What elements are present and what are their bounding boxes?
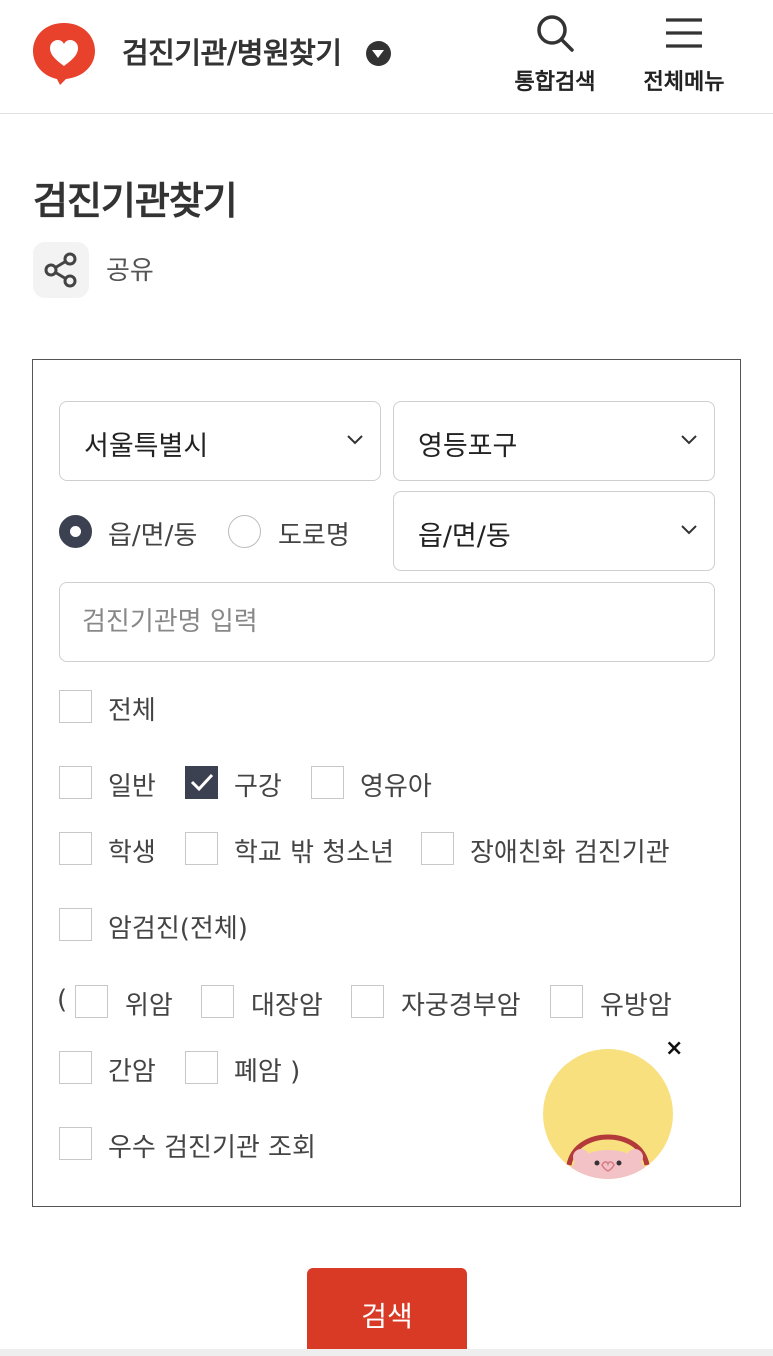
checkbox-breast[interactable] xyxy=(550,985,583,1018)
chevron-down-icon xyxy=(681,435,697,445)
checkbox-all-label[interactable]: 전체 xyxy=(108,690,156,727)
radio-road[interactable] xyxy=(228,515,261,548)
institution-name-field xyxy=(59,582,715,662)
checkbox-disability-label[interactable]: 장애친화 검진기관 xyxy=(470,832,670,869)
radio-road-label[interactable]: 도로명 xyxy=(278,515,350,552)
search-icon xyxy=(537,15,574,52)
checkbox-liver-label[interactable]: 간암 xyxy=(108,1051,156,1088)
page-title: 검진기관찾기 xyxy=(33,179,238,223)
checkbox-stomach[interactable] xyxy=(75,985,108,1018)
checkbox-out-of-school-label[interactable]: 학교 밖 청소년 xyxy=(234,832,394,869)
checkbox-colon-label[interactable]: 대장암 xyxy=(251,985,323,1022)
district-select-value: 영등포구 xyxy=(418,431,518,462)
header: 검진기관/병원찾기 통합검색 전체메뉴 xyxy=(0,0,773,114)
checkbox-lung[interactable] xyxy=(185,1051,218,1084)
checkbox-lung-label[interactable]: 폐암 ) xyxy=(234,1051,300,1088)
checkbox-cervical[interactable] xyxy=(351,985,384,1018)
region-select[interactable]: 서울특별시 xyxy=(59,401,381,481)
radio-dong[interactable] xyxy=(59,515,92,548)
full-menu-button[interactable]: 전체메뉴 xyxy=(629,12,739,102)
radio-dong-label[interactable]: 읍/면/동 xyxy=(108,515,197,552)
checkbox-student-label[interactable]: 학생 xyxy=(108,832,156,869)
close-icon[interactable]: × xyxy=(665,1036,683,1061)
mascot-character-icon xyxy=(566,1134,650,1179)
integrated-search-button[interactable]: 통합검색 xyxy=(500,12,610,102)
checkbox-excellent-label[interactable]: 우수 검진기관 조회 xyxy=(108,1127,316,1164)
checkbox-infant[interactable] xyxy=(311,766,344,799)
checkbox-cancer-all[interactable] xyxy=(59,908,92,941)
share-label[interactable]: 공유 xyxy=(106,250,154,287)
mascot-chat-widget[interactable] xyxy=(543,1049,673,1179)
checkbox-cervical-label[interactable]: 자궁경부암 xyxy=(401,985,521,1022)
checkbox-liver[interactable] xyxy=(59,1051,92,1084)
search-button[interactable]: 검색 xyxy=(307,1268,467,1356)
dong-select[interactable]: 읍/면/동 xyxy=(393,491,715,571)
checkmark-icon xyxy=(190,773,214,792)
chevron-down-icon xyxy=(681,525,697,535)
checkbox-oral-label[interactable]: 구강 xyxy=(234,766,282,803)
menu-label: 전체메뉴 xyxy=(643,70,725,95)
search-button-label: 검색 xyxy=(361,1301,413,1332)
share-icon xyxy=(44,252,77,288)
checkbox-cancer-all-label[interactable]: 암검진(전체) xyxy=(108,908,248,945)
search-label: 통합검색 xyxy=(514,70,596,95)
checkbox-out-of-school[interactable] xyxy=(185,832,218,865)
bottom-divider xyxy=(0,1349,773,1356)
chevron-down-icon xyxy=(347,435,363,445)
region-select-value: 서울특별시 xyxy=(84,431,209,462)
checkbox-general[interactable] xyxy=(59,766,92,799)
checkbox-general-label[interactable]: 일반 xyxy=(108,766,156,803)
checkbox-student[interactable] xyxy=(59,832,92,865)
checkbox-excellent[interactable] xyxy=(59,1127,92,1160)
share-button[interactable] xyxy=(33,242,89,298)
checkbox-infant-label[interactable]: 영유아 xyxy=(360,766,432,803)
dropdown-arrow-icon[interactable] xyxy=(366,41,391,66)
checkbox-colon[interactable] xyxy=(201,985,234,1018)
district-select[interactable]: 영등포구 xyxy=(393,401,715,481)
checkbox-breast-label[interactable]: 유방암 xyxy=(600,985,672,1022)
logo-icon[interactable] xyxy=(30,20,98,86)
paren-open: ( xyxy=(57,985,68,1015)
site-title[interactable]: 검진기관/병원찾기 xyxy=(122,30,342,72)
dong-select-value: 읍/면/동 xyxy=(418,521,511,552)
checkbox-all[interactable] xyxy=(59,690,92,723)
institution-name-input[interactable] xyxy=(60,583,714,661)
hamburger-menu-icon xyxy=(666,18,702,48)
checkbox-disability[interactable] xyxy=(421,832,454,865)
checkbox-oral[interactable] xyxy=(185,766,218,799)
checkbox-stomach-label[interactable]: 위암 xyxy=(125,985,173,1022)
